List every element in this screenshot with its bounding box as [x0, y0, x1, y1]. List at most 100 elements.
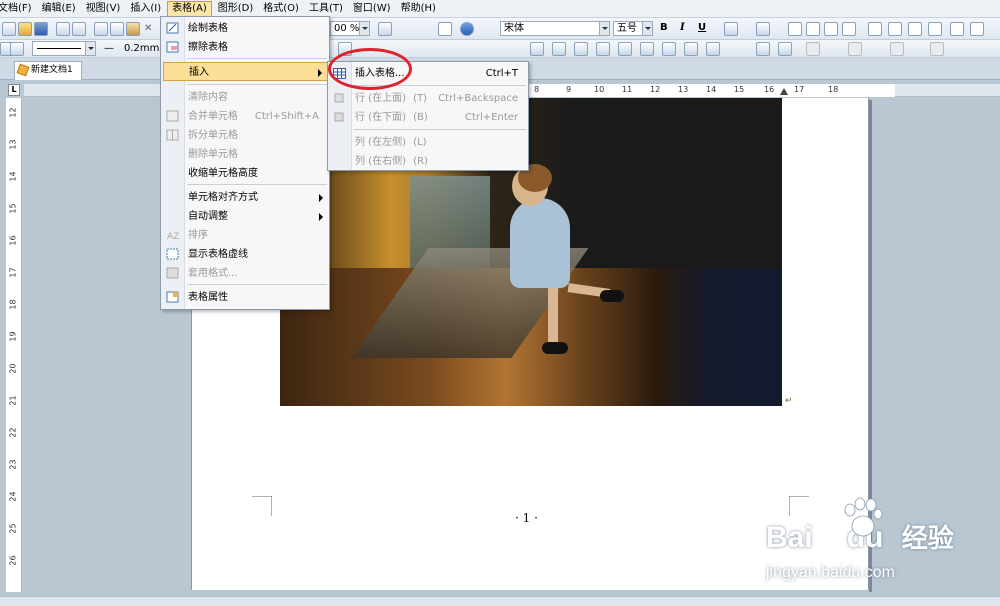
standard-toolbar: ✕ 00 % 宋体 五号 B I U: [0, 18, 1000, 40]
menu-item-sort[interactable]: AZ 排序: [161, 226, 329, 245]
print-icon[interactable]: [56, 22, 70, 36]
textbox-tool-icon[interactable]: [530, 42, 544, 56]
bold-button[interactable]: B: [660, 22, 668, 33]
shape-c-icon[interactable]: [596, 42, 610, 56]
vertical-ruler[interactable]: 12 13 14 15 16 17 18 19 20 21 22 23 24 2…: [6, 98, 22, 592]
menu-item-merge-cells[interactable]: 合并单元格 Ctrl+Shift+A: [161, 107, 329, 126]
menu-item-split-cells[interactable]: 拆分单元格: [161, 126, 329, 145]
right-indent-marker[interactable]: [780, 88, 788, 95]
menu-item-insert-column-right[interactable]: 列 (在右侧) (R): [328, 152, 528, 171]
menu-graphics[interactable]: 图形(D): [214, 1, 258, 17]
menu-item-delete-cells[interactable]: 删除单元格: [161, 145, 329, 164]
shape-b-icon[interactable]: [574, 42, 588, 56]
shape-e-icon[interactable]: [640, 42, 654, 56]
menu-item-show-gridlines[interactable]: 显示表格虚线: [161, 245, 329, 264]
draw-table-icon: [166, 22, 179, 34]
merge-cells-icon: [166, 110, 179, 122]
font-name-select[interactable]: 宋体: [500, 21, 610, 36]
underline-button[interactable]: U: [698, 22, 706, 33]
help-icon[interactable]: [460, 22, 474, 36]
highlight-icon[interactable]: [724, 22, 738, 36]
save-icon[interactable]: [34, 22, 48, 36]
line-style-select[interactable]: [32, 41, 96, 56]
ruler-number: 10: [594, 85, 605, 94]
paste-icon[interactable]: [126, 22, 140, 36]
menu-help[interactable]: 帮助(H): [397, 1, 440, 17]
ruler-number: 11: [622, 85, 633, 94]
paragraph-spacing-icon[interactable]: [970, 22, 984, 36]
ruler-number: 26: [8, 555, 18, 566]
annotation-circle: [328, 48, 412, 90]
tab-stop-selector[interactable]: L: [8, 84, 20, 96]
align-objects-icon[interactable]: [806, 42, 820, 56]
menu-tools[interactable]: 工具(T): [305, 1, 347, 17]
line-width-value[interactable]: 0.2mm: [124, 43, 159, 54]
cut-icon[interactable]: [94, 22, 108, 36]
tab-new-document[interactable]: 新建文档1: [14, 61, 82, 80]
menu-item-auto-fit[interactable]: 自动调整: [161, 207, 329, 226]
align-center-icon[interactable]: [806, 22, 820, 36]
row-below-icon: [334, 112, 344, 122]
menu-table[interactable]: 表格(A): [167, 0, 212, 17]
order-icon[interactable]: [890, 42, 904, 56]
menu-item-draw-table[interactable]: 绘制表格: [161, 19, 329, 38]
distribute-icon[interactable]: [848, 42, 862, 56]
document-edit-icon: [16, 63, 30, 77]
menu-item-table-properties[interactable]: 表格属性: [161, 288, 329, 307]
menu-item-insert-row-above[interactable]: 行 (在上面) (T) Ctrl+Backspace: [328, 89, 528, 108]
align-right-icon[interactable]: [824, 22, 838, 36]
shape-d-icon[interactable]: [618, 42, 632, 56]
menu-item-clear-contents[interactable]: 清除内容: [161, 88, 329, 107]
copy-icon[interactable]: [110, 22, 124, 36]
align-left-icon[interactable]: [788, 22, 802, 36]
menu-item-insert-column-left[interactable]: 列 (在左侧) (L): [328, 133, 528, 152]
menu-item-shrink-row-height[interactable]: 收缩单元格高度: [161, 164, 329, 183]
edit-shape-icon[interactable]: [10, 42, 24, 56]
shape-a-icon[interactable]: [552, 42, 566, 56]
menu-item-erase-table[interactable]: 擦除表格: [161, 38, 329, 57]
menu-item-cell-alignment[interactable]: 单元格对齐方式: [161, 188, 329, 207]
group-icon[interactable]: [778, 42, 792, 56]
print-preview-icon[interactable]: [72, 22, 86, 36]
italic-button[interactable]: I: [680, 22, 685, 33]
rotate-icon[interactable]: [930, 42, 944, 56]
line-spacing-icon[interactable]: [950, 22, 964, 36]
menu-item-insert-row-below[interactable]: 行 (在下面) (B) Ctrl+Enter: [328, 108, 528, 127]
submenu-arrow-icon: [318, 69, 322, 77]
horizontal-scrollbar[interactable]: [0, 596, 1000, 606]
menu-window[interactable]: 窗口(W): [349, 1, 395, 17]
menu-item-table-format[interactable]: 套用格式...: [161, 264, 329, 283]
line-width-icon: —: [104, 43, 114, 54]
menu-format[interactable]: 格式(O): [259, 1, 303, 17]
submenu-arrow-icon: [319, 194, 323, 202]
chevron-down-icon: [642, 22, 652, 35]
increase-indent-icon[interactable]: [928, 22, 942, 36]
ruler-number: 14: [706, 85, 717, 94]
color-fill-icon[interactable]: [378, 22, 392, 36]
menu-insert[interactable]: 插入(I): [126, 1, 165, 17]
shape-g-icon[interactable]: [684, 42, 698, 56]
bullet-list-icon[interactable]: [868, 22, 882, 36]
photo-child-shoe: [542, 342, 568, 354]
menu-edit[interactable]: 编辑(E): [38, 1, 80, 17]
menu-view[interactable]: 视图(V): [82, 1, 125, 17]
menu-item-insert[interactable]: 插入: [163, 62, 329, 81]
ruler-number: 16: [8, 235, 18, 246]
chevron-down-icon: [359, 22, 369, 35]
ruler-number: 25: [8, 523, 18, 534]
numbered-list-icon[interactable]: [888, 22, 902, 36]
ruler-number: 20: [8, 363, 18, 374]
insert-image-icon[interactable]: [756, 42, 770, 56]
justify-icon[interactable]: [842, 22, 856, 36]
font-color-icon[interactable]: [756, 22, 770, 36]
delete-icon[interactable]: ✕: [144, 22, 154, 36]
new-document-icon[interactable]: [2, 22, 16, 36]
shape-f-icon[interactable]: [662, 42, 676, 56]
font-size-select[interactable]: 五号: [613, 21, 653, 36]
menu-document[interactable]: 文档(F): [0, 1, 36, 17]
open-folder-icon[interactable]: [18, 22, 32, 36]
shape-h-icon[interactable]: [706, 42, 720, 56]
zoom-select[interactable]: 00 %: [330, 21, 370, 36]
decrease-indent-icon[interactable]: [908, 22, 922, 36]
show-marks-icon[interactable]: [438, 22, 452, 36]
